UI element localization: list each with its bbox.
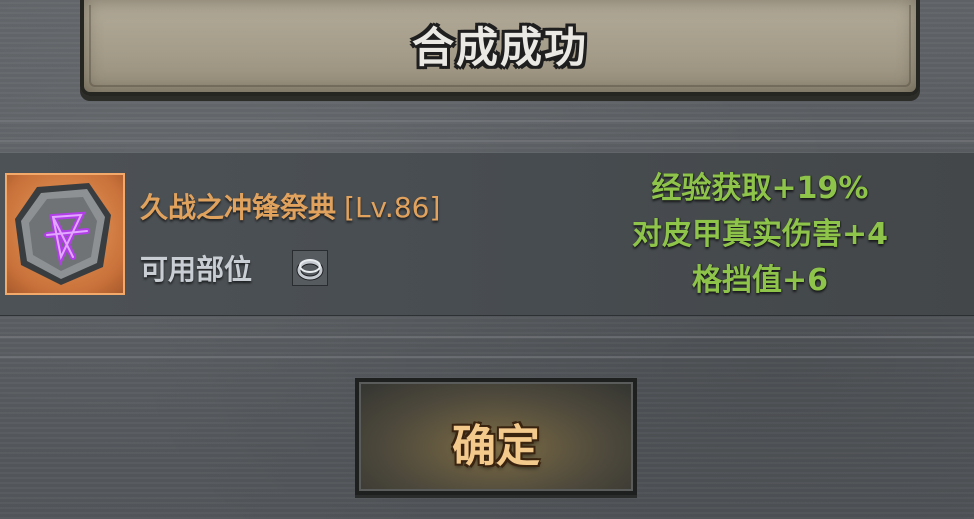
- item-level: [Lv.86]: [344, 191, 441, 224]
- divider-line: [0, 140, 974, 142]
- rune-stone-icon: [15, 183, 111, 285]
- stat-block-value: 格挡值+6: [691, 263, 828, 298]
- divider-line: [0, 120, 974, 122]
- confirm-label: 确定: [452, 421, 540, 472]
- divider-line: [0, 356, 974, 358]
- equip-slot-label: 可用部位: [140, 253, 253, 286]
- stat-exp-gain: 经验获取+19%: [651, 171, 869, 206]
- stats-list: 经验获取+19% 对皮甲真实伤害+4 格挡值+6: [600, 166, 920, 304]
- dialog-title: 合成成功: [411, 23, 588, 72]
- item-name-text: 久战之冲锋祭典: [140, 191, 337, 224]
- stat-leather-true-damage: 对皮甲真实伤害+4: [631, 217, 888, 252]
- divider-line: [0, 336, 974, 338]
- ring-icon: [292, 250, 328, 286]
- item-name: 久战之冲锋祭典 [Lv.86]: [140, 186, 440, 226]
- confirm-button[interactable]: 确定: [355, 378, 637, 495]
- item-slot[interactable]: [5, 173, 125, 295]
- title-banner: 合成成功: [80, 0, 920, 96]
